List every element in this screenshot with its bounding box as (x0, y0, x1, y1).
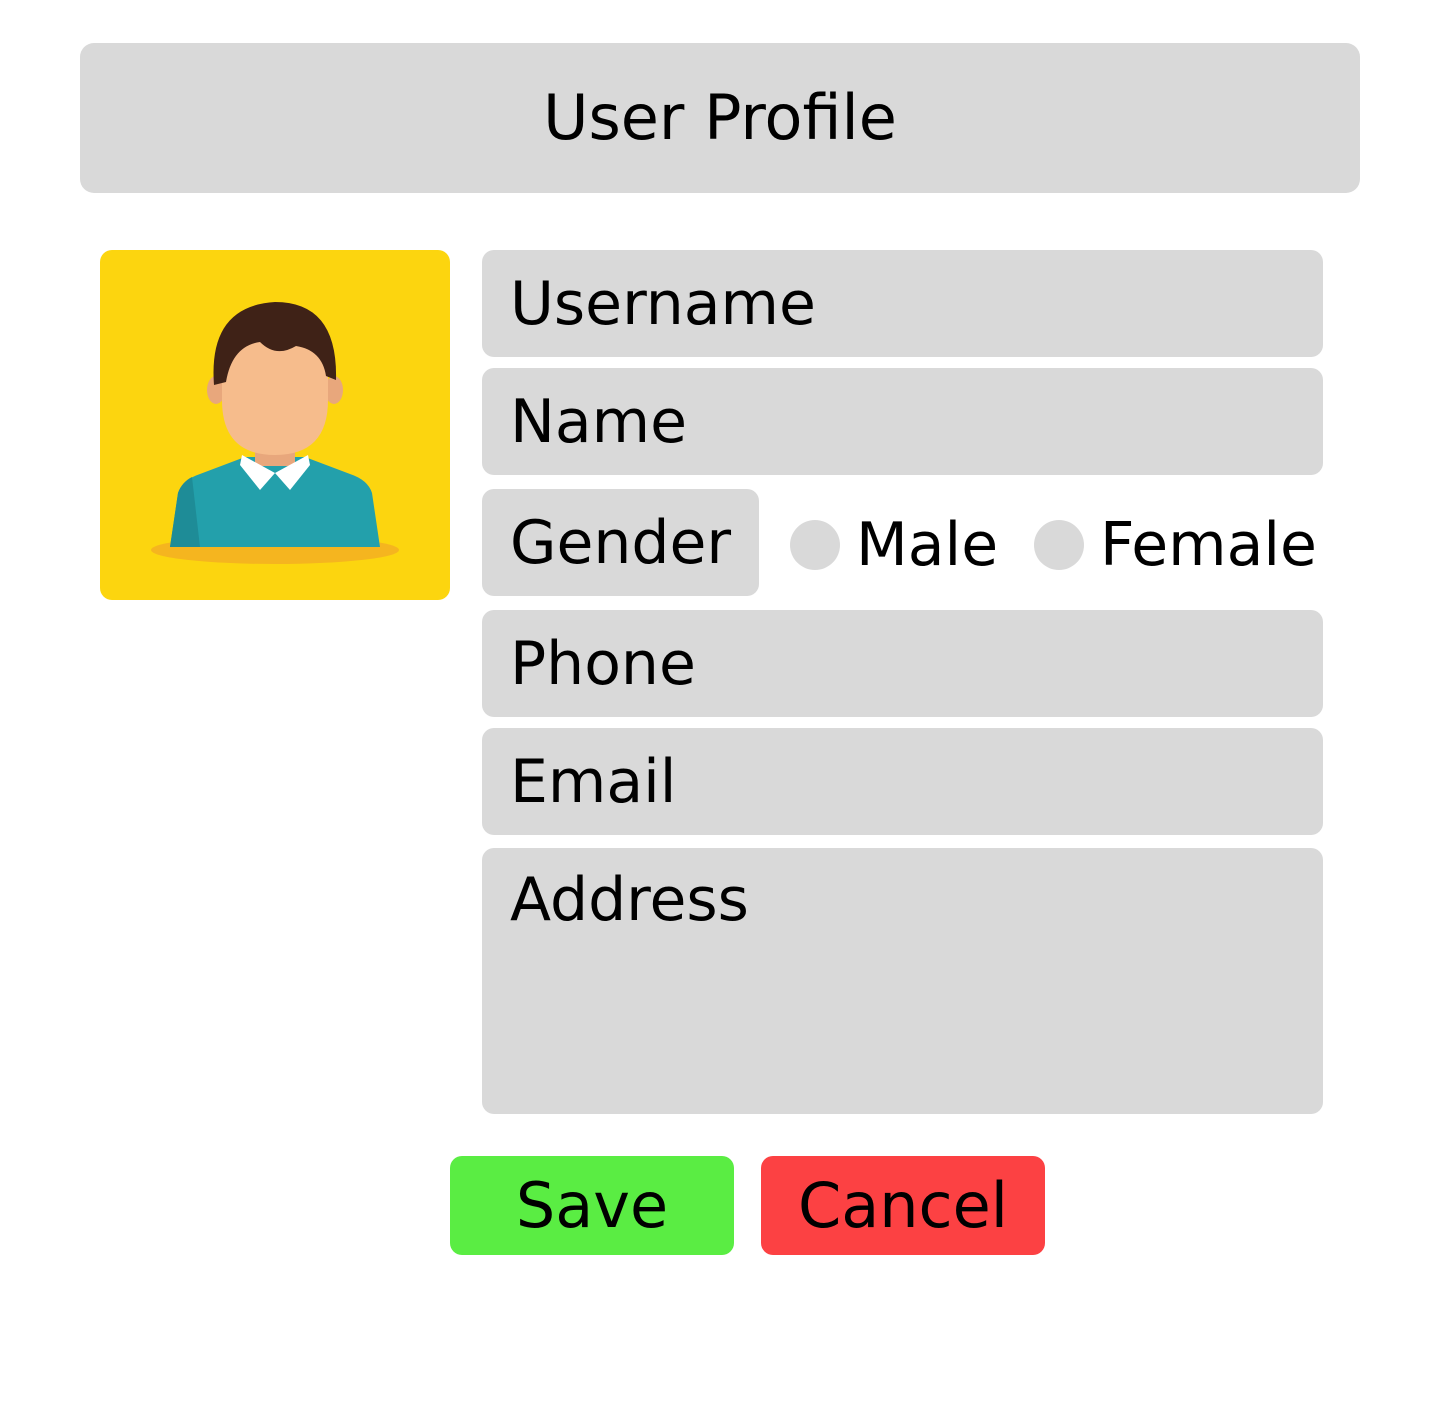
cancel-button-label: Cancel (797, 1168, 1009, 1242)
phone-field[interactable]: Phone (482, 610, 1323, 717)
save-button-label: Save (515, 1168, 669, 1242)
gender-label-text: Gender (510, 507, 732, 578)
page-title: User Profile (543, 81, 897, 154)
radio-label-female: Female (1100, 510, 1317, 580)
radio-button-male[interactable] (790, 520, 840, 570)
username-field[interactable]: Username (482, 250, 1323, 357)
page-header: User Profile (80, 43, 1360, 193)
save-button[interactable]: Save (450, 1156, 734, 1255)
user-avatar-icon (151, 302, 399, 564)
email-placeholder: Email (510, 746, 677, 817)
email-field[interactable]: Email (482, 728, 1323, 835)
name-field[interactable]: Name (482, 368, 1323, 475)
name-placeholder: Name (510, 386, 688, 457)
gender-label: Gender (482, 489, 759, 596)
cancel-button[interactable]: Cancel (761, 1156, 1045, 1255)
address-placeholder: Address (510, 865, 749, 935)
gender-radio-male[interactable]: Male (790, 505, 998, 585)
address-field[interactable]: Address (482, 848, 1323, 1114)
radio-label-male: Male (856, 510, 999, 580)
phone-placeholder: Phone (510, 628, 696, 699)
radio-button-female[interactable] (1034, 520, 1084, 570)
username-placeholder: Username (510, 268, 816, 339)
avatar[interactable] (100, 250, 450, 600)
gender-radio-female[interactable]: Female (1034, 505, 1317, 585)
